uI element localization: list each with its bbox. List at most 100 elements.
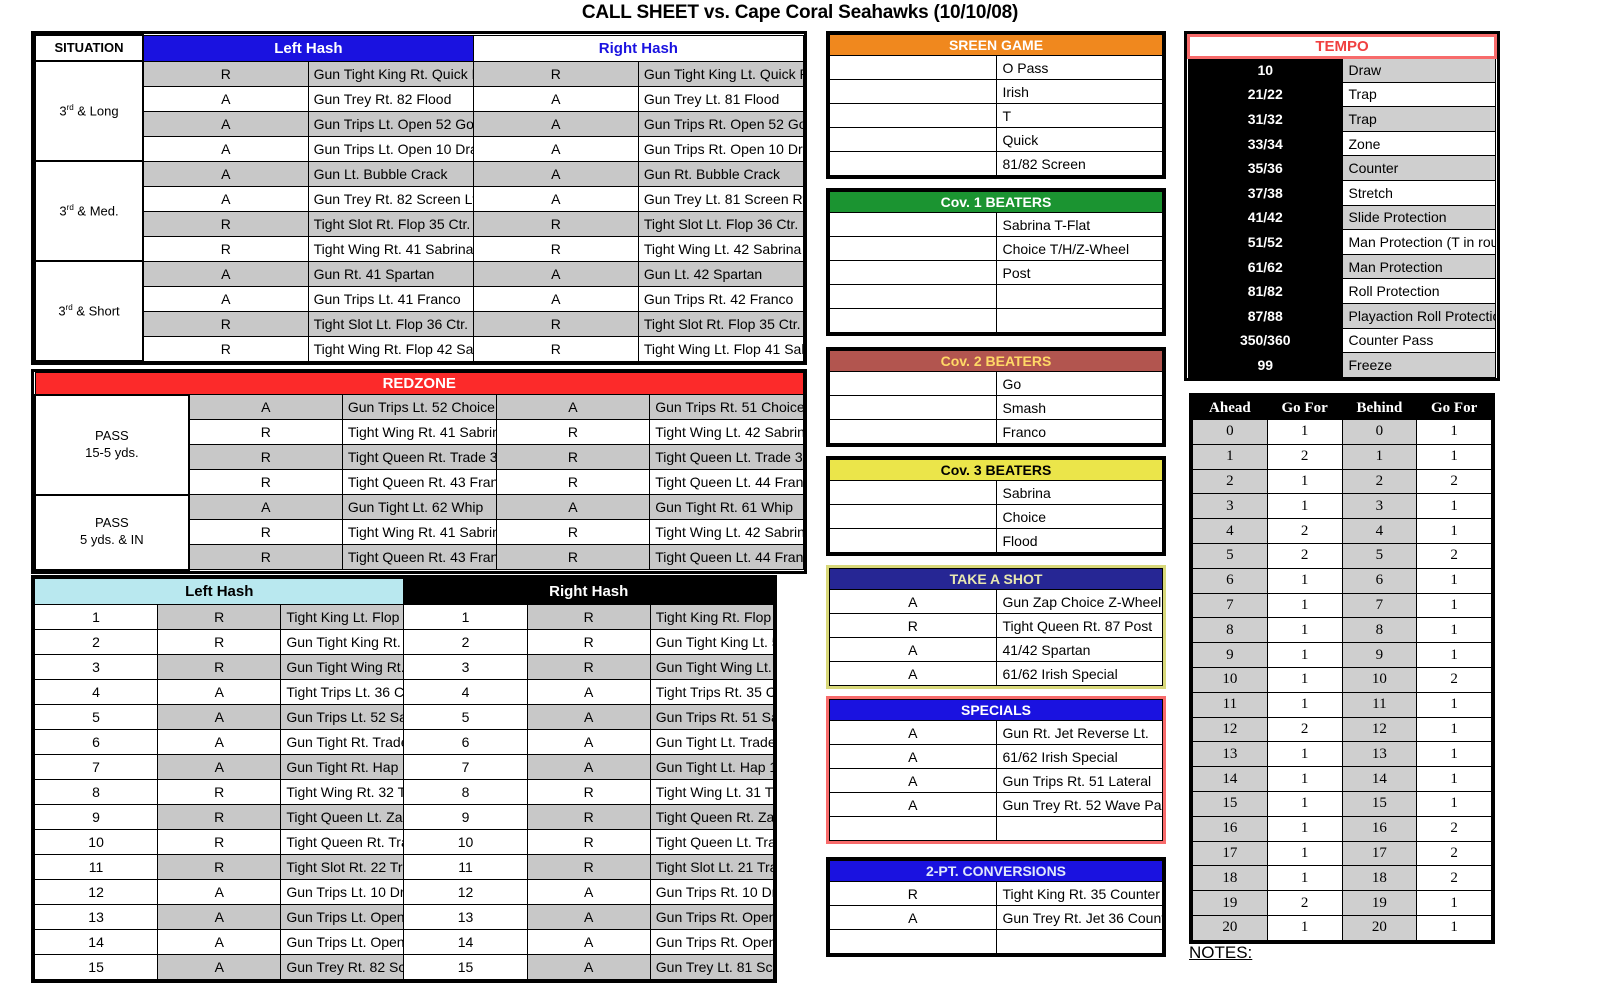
panel-cov3-beaters: Cov. 3 BEATERS Sabrina Choice Flood bbox=[826, 456, 1166, 556]
play-left: Gun Trey Rt. 82 Flood bbox=[307, 85, 474, 112]
header-tempo: TEMPO bbox=[1187, 34, 1497, 59]
panel-header-cov1-row: Cov. 1 BEATERS bbox=[829, 191, 1163, 213]
chart-row: 16 1 16 2 bbox=[1192, 815, 1492, 842]
play-name: Choice T/H/Z-Wheel bbox=[995, 236, 1163, 261]
panel-header-cov2: Cov. 2 BEATERS bbox=[829, 350, 1163, 372]
header-redzone: REDZONE bbox=[34, 372, 804, 395]
go-for-down: 2 bbox=[1266, 542, 1343, 569]
panel-header-cov1: Cov. 1 BEATERS bbox=[829, 191, 1163, 213]
play-name: 81/82 Screen bbox=[995, 151, 1163, 176]
tempo-code: 87/88 bbox=[1188, 302, 1343, 329]
panel-row: Post bbox=[829, 260, 1163, 285]
situation-row: RTight Wing Rt. Flop 42 SabrinaRTight Wi… bbox=[35, 335, 805, 362]
play-left: Gun Trips Lt. Open 52 Go bbox=[307, 110, 474, 137]
go-for-down: 1 bbox=[1266, 592, 1343, 619]
play-left: Tight Wing Rt. 32 Trap bbox=[280, 779, 405, 805]
go-for-down: 1 bbox=[1416, 493, 1492, 520]
header-situation: SITUATION bbox=[34, 34, 144, 62]
play-left: Gun Tight Rt. Hap 14 Blast bbox=[280, 754, 405, 780]
panel-header-cov3-row: Cov. 3 BEATERS bbox=[829, 459, 1163, 481]
play-type-right: A bbox=[472, 135, 639, 162]
go-for-down: 1 bbox=[1416, 691, 1492, 718]
play-type-right: A bbox=[526, 679, 651, 705]
tempo-label: Playaction Roll Protection bbox=[1341, 302, 1496, 329]
score-diff: 2 bbox=[1192, 468, 1268, 495]
play-left: Gun Lt. Bubble Crack bbox=[307, 160, 474, 187]
runlist-grid: Left Hash Right Hash 1 R Tight King Lt. Flop… bbox=[33, 578, 775, 980]
play-number-left: 5 bbox=[33, 704, 159, 730]
go-for-down: 1 bbox=[1416, 518, 1492, 544]
play-type-right: R bbox=[526, 629, 651, 655]
play-right: Tight Wing Lt. 42 Sabrina bbox=[637, 235, 805, 262]
chart-row: 12 2 12 1 bbox=[1192, 716, 1492, 743]
go-for-it-chart: Ahead Go For Behind Go For 0101121121223131… bbox=[1189, 393, 1495, 944]
play-type-right: A bbox=[526, 929, 651, 955]
panel-row: A Gun Trey Rt. Jet 36 Counter bbox=[829, 905, 1163, 930]
play-type bbox=[829, 308, 997, 333]
go-for-down: 1 bbox=[1416, 419, 1492, 445]
play-type-left: A bbox=[157, 729, 282, 755]
play-number-left: 3 bbox=[33, 654, 159, 680]
play-type: A bbox=[829, 589, 997, 614]
play-name: Choice bbox=[995, 504, 1163, 529]
play-left: Gun Tight King Rt. Quick Punt bbox=[307, 60, 474, 87]
play-number-left: 9 bbox=[33, 804, 159, 830]
tempo-label: Slide Protection bbox=[1341, 204, 1496, 231]
score-diff: 11 bbox=[1192, 691, 1268, 718]
play-right: Tight King Rt. Flop 36 Lead bbox=[649, 604, 775, 630]
play-type-right: R bbox=[495, 419, 651, 445]
score-diff: 6 bbox=[1192, 567, 1268, 594]
play-number-left: 7 bbox=[33, 754, 159, 780]
panel-header-specials: SPECIALS bbox=[829, 699, 1163, 721]
situation-row: RTight Slot Lt. Flop 36 Ctr. Pass Lt.RTi… bbox=[35, 310, 805, 337]
play-right: Gun Trips Rt. 42 Franco bbox=[637, 285, 805, 312]
play-type bbox=[829, 504, 997, 529]
go-for-down: 1 bbox=[1416, 592, 1492, 619]
chart-row: 19 2 19 1 bbox=[1192, 890, 1492, 916]
play-number-right: 4 bbox=[403, 679, 528, 705]
play-type-right: A bbox=[472, 160, 639, 187]
situation-row: A Gun Trey Rt. 82 Screen Lt. A Gun Trey Lt.… bbox=[35, 185, 805, 212]
play-name bbox=[995, 816, 1163, 841]
tempo-row: 99 Freeze bbox=[1188, 352, 1496, 378]
play-number-left: 6 bbox=[33, 729, 159, 755]
go-for-down: 1 bbox=[1416, 890, 1492, 916]
play-left: Tight Wing Rt. Flop 42 Sabrina bbox=[307, 335, 474, 362]
redzone-table: REDZONE PASS 15-5 yds. A Gun Trips Lt. 52 Ch… bbox=[31, 369, 807, 574]
chart-row: 9191 bbox=[1192, 642, 1492, 668]
panel-header-2pt-conversions: 2-PT. CONVERSIONS bbox=[829, 860, 1163, 882]
go-for-down: 2 bbox=[1416, 542, 1492, 569]
panel-row bbox=[829, 308, 1163, 333]
score-diff: 0 bbox=[1192, 419, 1268, 445]
play-type-left: R bbox=[188, 444, 343, 470]
play-type-right: R bbox=[472, 60, 639, 87]
play-name: Gun Trips Rt. 51 Lateral bbox=[995, 768, 1163, 793]
score-diff: 12 bbox=[1341, 716, 1418, 743]
tempo-label: Draw bbox=[1341, 57, 1496, 83]
play-name: Smash bbox=[995, 395, 1163, 420]
play-type-left: A bbox=[157, 904, 282, 930]
play-type-right: A bbox=[526, 904, 651, 930]
score-diff: 4 bbox=[1341, 518, 1418, 544]
play-right: Gun Trey Lt. 81 Screen Rt. bbox=[637, 185, 805, 212]
play-right: Tight Slot Lt. 21 Trap bbox=[649, 854, 775, 880]
play-type: A bbox=[829, 661, 997, 686]
play-name: Gun Trey Rt. Jet 36 Counter bbox=[995, 905, 1163, 930]
runlist-row: 4 A Tight Trips Lt. 36 C 4 A Tight Trips Rt. … bbox=[33, 679, 775, 705]
play-type bbox=[829, 55, 997, 80]
chart-row: 3131 bbox=[1192, 493, 1492, 520]
play-type-right: R bbox=[472, 210, 639, 237]
play-type bbox=[829, 212, 997, 237]
play-left: Gun Rt. 41 Spartan bbox=[307, 260, 474, 287]
chart-row: 10 1 10 2 bbox=[1192, 666, 1492, 693]
redzone-situation-label: PASS 5 yds. & IN bbox=[34, 493, 190, 571]
play-left: Tight Queen Lt. Zap 44 Franco bbox=[280, 804, 405, 830]
play-left: Gun Tight Wing Rt. Trade 31 Wham bbox=[280, 654, 405, 680]
panel-row: R Tight Queen Rt. 87 Post bbox=[829, 613, 1163, 638]
play-type: A bbox=[829, 744, 997, 769]
play-right: Gun Lt. 42 Spartan bbox=[637, 260, 805, 287]
play-left: Tight Wing Rt. 41 Sabrina bbox=[307, 235, 474, 262]
play-type: R bbox=[829, 881, 997, 906]
play-left: Tight Slot Rt. 22 Trap bbox=[280, 854, 405, 880]
panel-row: A 61/62 Irish Special bbox=[829, 744, 1163, 769]
